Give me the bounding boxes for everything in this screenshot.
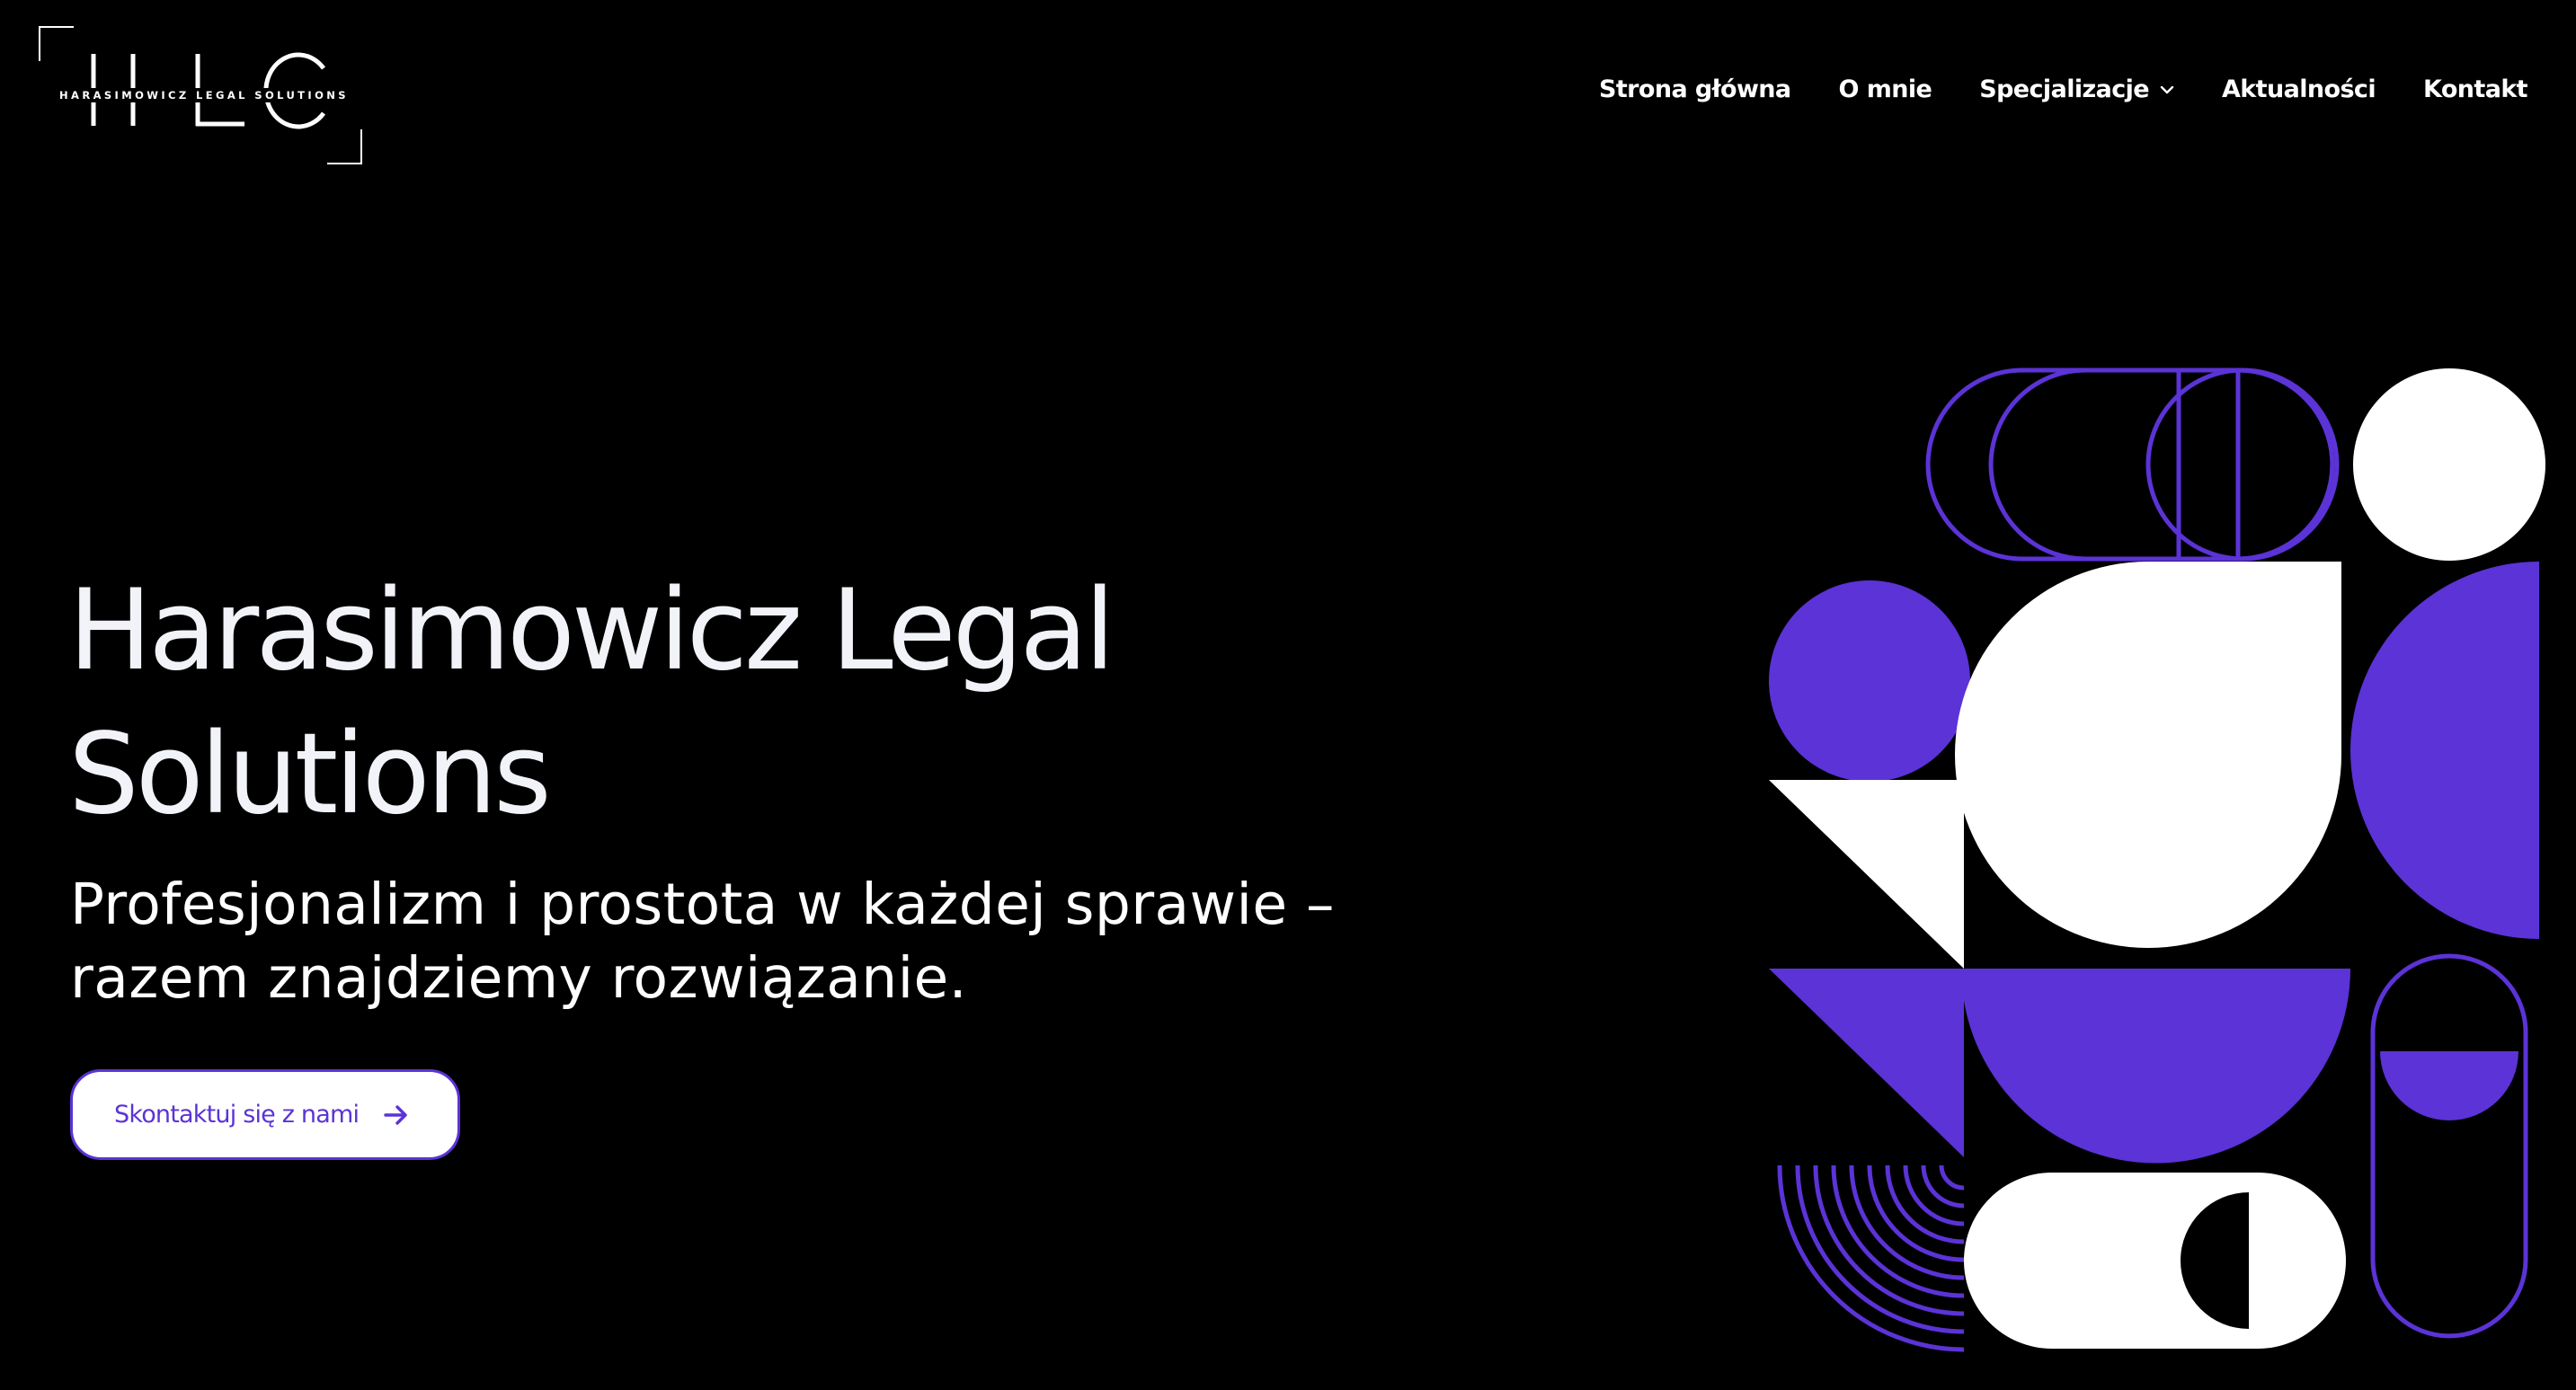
hero-title-line-1: Harasimowicz Legal: [68, 566, 1115, 695]
nav-item-label: Aktualności: [2222, 75, 2376, 103]
purple-half-circle-shape: [2350, 562, 2539, 939]
nav-item-contact[interactable]: Kontakt: [2422, 75, 2528, 103]
hero-title-line-2: Solutions: [68, 710, 552, 839]
hero-title: Harasimowicz Legal Solutions: [68, 559, 1417, 846]
purple-bowl-shape: [1961, 969, 2350, 1164]
nav-item-specializations[interactable]: Specjalizacje: [1979, 75, 2174, 103]
main-nav: Strona główna O mnie Specjalizacje Aktua…: [1599, 75, 2528, 103]
purple-circle-shape: [1769, 580, 1970, 782]
white-drop-shape: [1955, 562, 2341, 948]
nav-item-label: O mnie: [1838, 75, 1932, 103]
chevron-down-icon: [2160, 85, 2174, 93]
hero-subtitle: Profesjonalizm i prostota w każdej spraw…: [70, 868, 1508, 1015]
nav-item-label: Specjalizacje: [1979, 75, 2150, 103]
white-capsule-shape: [1964, 1173, 2346, 1349]
nav-item-label: Strona główna: [1599, 75, 1791, 103]
hero-subtitle-line-2: razem znajdziemy rozwiązanie.: [70, 945, 968, 1011]
nav-item-label: Kontakt: [2422, 75, 2528, 103]
hero-subtitle-line-1: Profesjonalizm i prostota w każdej spraw…: [70, 872, 1335, 937]
small-purple-bowl-shape: [2380, 1051, 2518, 1120]
purple-triangle-shape: [1769, 969, 1964, 1157]
nav-item-news[interactable]: Aktualności: [2222, 75, 2376, 103]
outlined-capsules-shape: [1925, 367, 2340, 562]
concentric-arcs-shape: [1777, 1164, 1965, 1352]
nav-item-about[interactable]: O mnie: [1839, 75, 1932, 103]
brand-logo[interactable]: HARASIMOWICZ LEGAL SOLUTIONS: [38, 25, 363, 165]
arrow-right-icon: [384, 1104, 407, 1125]
nav-item-home[interactable]: Strona główna: [1599, 75, 1791, 103]
contact-us-button-label: Skontaktuj się z nami: [114, 1101, 360, 1129]
geometric-illustration: [1769, 367, 2545, 1352]
white-circle-shape: [2353, 368, 2545, 561]
contact-us-button[interactable]: Skontaktuj się z nami: [70, 1069, 460, 1160]
white-triangle-shape: [1769, 780, 1964, 969]
outlined-pill-shape: [2370, 953, 2528, 1339]
logo-name-text: HARASIMOWICZ LEGAL SOLUTIONS: [56, 88, 352, 102]
